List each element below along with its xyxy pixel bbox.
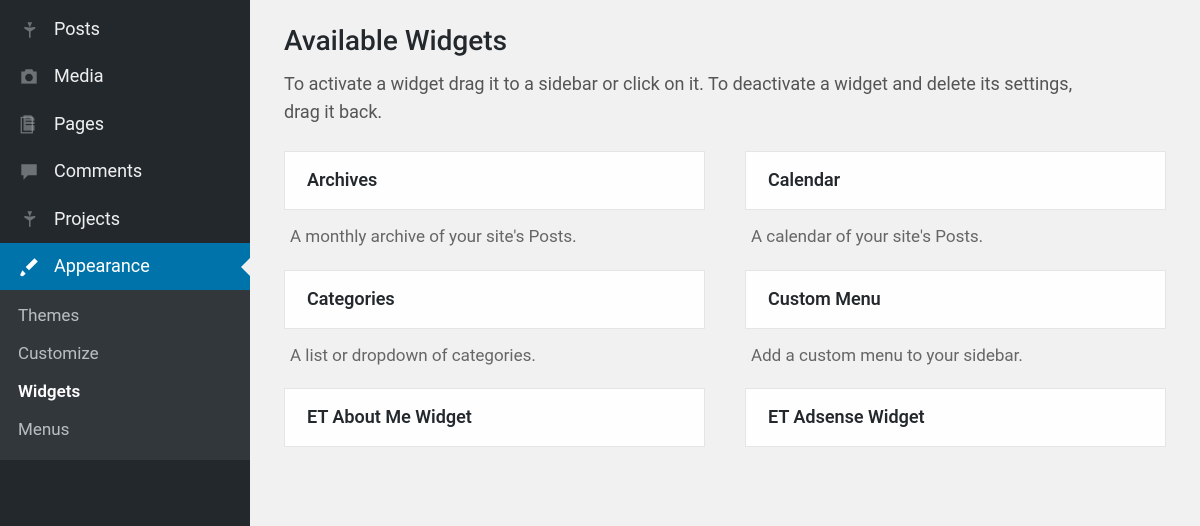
pushpin-icon bbox=[18, 19, 40, 41]
sidebar-item-projects[interactable]: Projects bbox=[0, 196, 250, 243]
sidebar-item-appearance[interactable]: Appearance bbox=[0, 243, 250, 290]
submenu-item-widgets[interactable]: Widgets bbox=[0, 374, 250, 412]
widget-archives[interactable]: Archives bbox=[284, 151, 705, 210]
widget-description: A calendar of your site's Posts. bbox=[745, 210, 1166, 270]
widget-et-adsense[interactable]: ET Adsense Widget bbox=[745, 388, 1166, 447]
sidebar-item-posts[interactable]: Posts bbox=[0, 6, 250, 53]
sidebar-item-label: Media bbox=[54, 65, 104, 88]
sidebar-item-comments[interactable]: Comments bbox=[0, 148, 250, 195]
submenu-item-customize[interactable]: Customize bbox=[0, 336, 250, 374]
pages-icon bbox=[18, 113, 40, 135]
widget-categories[interactable]: Categories bbox=[284, 270, 705, 329]
appearance-submenu: Themes Customize Widgets Menus bbox=[0, 290, 250, 459]
sidebar-item-label: Posts bbox=[54, 18, 100, 41]
page-description: To activate a widget drag it to a sideba… bbox=[284, 71, 1104, 127]
widget-cell: Custom Menu Add a custom menu to your si… bbox=[745, 270, 1166, 389]
widget-custom-menu[interactable]: Custom Menu bbox=[745, 270, 1166, 329]
content-area: Available Widgets To activate a widget d… bbox=[250, 0, 1200, 526]
widget-cell: Calendar A calendar of your site's Posts… bbox=[745, 151, 1166, 270]
widget-description: A list or dropdown of categories. bbox=[284, 329, 705, 389]
pushpin-icon bbox=[18, 208, 40, 230]
widget-cell: ET About Me Widget bbox=[284, 388, 705, 447]
sidebar-item-label: Appearance bbox=[54, 255, 150, 278]
sidebar-item-label: Comments bbox=[54, 160, 142, 183]
comment-icon bbox=[18, 161, 40, 183]
camera-icon bbox=[18, 66, 40, 88]
widget-description: A monthly archive of your site's Posts. bbox=[284, 210, 705, 270]
sidebar-item-media[interactable]: Media bbox=[0, 53, 250, 100]
widget-cell: Categories A list or dropdown of categor… bbox=[284, 270, 705, 389]
sidebar-item-pages[interactable]: Pages bbox=[0, 101, 250, 148]
admin-sidebar: Posts Media Pages Comments Projects Appe… bbox=[0, 0, 250, 526]
submenu-item-themes[interactable]: Themes bbox=[0, 298, 250, 336]
brush-icon bbox=[18, 256, 40, 278]
widget-description: Add a custom menu to your sidebar. bbox=[745, 329, 1166, 389]
page-title: Available Widgets bbox=[284, 24, 1166, 57]
widget-et-about-me[interactable]: ET About Me Widget bbox=[284, 388, 705, 447]
available-widgets-grid: Archives A monthly archive of your site'… bbox=[284, 151, 1166, 448]
widget-cell: Archives A monthly archive of your site'… bbox=[284, 151, 705, 270]
widget-cell: ET Adsense Widget bbox=[745, 388, 1166, 447]
sidebar-item-label: Projects bbox=[54, 208, 120, 231]
submenu-item-menus[interactable]: Menus bbox=[0, 412, 250, 450]
widget-calendar[interactable]: Calendar bbox=[745, 151, 1166, 210]
sidebar-item-label: Pages bbox=[54, 113, 104, 136]
